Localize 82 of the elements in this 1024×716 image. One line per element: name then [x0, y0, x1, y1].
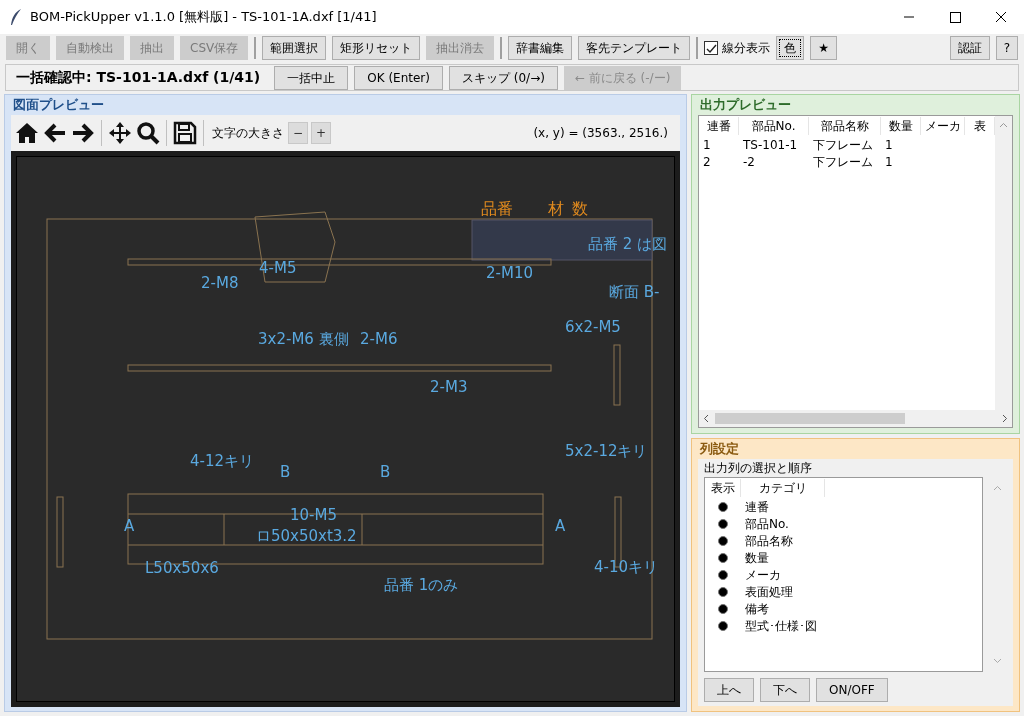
home-icon[interactable] — [15, 122, 39, 144]
table-cell-text: 下フレーム — [812, 136, 874, 154]
batch-status: 一括確認中: TS-101-1A.dxf (1/41) — [16, 68, 261, 88]
column-name[interactable]: 数量 — [741, 548, 769, 567]
column-order-button[interactable]: 下へ — [760, 678, 810, 702]
drawing-label: 4-M5 — [259, 261, 297, 276]
feather-icon — [10, 9, 22, 25]
drawing-label: ロ50x50xt3.2 — [256, 529, 357, 544]
column-header[interactable]: メーカ — [921, 117, 965, 135]
panel-title: 出力プレビュー — [699, 96, 792, 115]
panel-title: 列設定 — [699, 440, 740, 459]
search-icon[interactable] — [136, 121, 160, 145]
table-cell-text: -2 — [742, 153, 756, 171]
drawing-label: 品番 2 は図 — [588, 237, 668, 252]
column-header[interactable]: 数量 — [881, 117, 921, 135]
batch-button[interactable]: OK (Enter) — [354, 65, 443, 90]
drawing-label: 材 — [548, 201, 564, 217]
drawing-label: 数 — [572, 201, 588, 217]
drawing-label: 10-M5 — [290, 508, 337, 523]
save-icon[interactable] — [173, 121, 197, 145]
column-name[interactable]: 部品No. — [741, 514, 789, 533]
column-header[interactable]: 部品名称 — [809, 117, 881, 135]
group-title: 出力列の選択と順序 — [704, 460, 813, 477]
toolbar-button[interactable]: 辞書編集 — [508, 36, 573, 61]
column-header[interactable]: 部品No. — [739, 117, 809, 135]
drawing-label: L50x50x6 — [145, 561, 219, 576]
column-name[interactable]: 連番 — [741, 497, 769, 516]
batch-button[interactable]: 一括中止 — [274, 65, 349, 90]
toolbar-button[interactable]: ★ — [810, 36, 837, 61]
font-size-label: 文字の大きさ — [212, 125, 284, 142]
drawing-label: 品番 1のみ — [384, 578, 459, 593]
move-icon[interactable] — [108, 121, 132, 145]
table-cell-text: 下フレーム — [812, 153, 874, 171]
table-cell-text: 1 — [884, 153, 894, 171]
drawing-label: B — [380, 465, 391, 480]
toolbar-button[interactable]: 客先テンプレート — [578, 36, 691, 61]
coordinates-readout: (x, y) = (3563., 2516.) — [533, 125, 668, 142]
drawing-label: A — [124, 519, 135, 534]
toolbar-button[interactable]: 色 — [776, 36, 805, 61]
panel-title: 図面プレビュー — [12, 96, 105, 115]
drawing-label: 4-12キリ — [190, 454, 255, 469]
checkbox[interactable] — [704, 41, 719, 56]
scroll-thumb[interactable] — [715, 413, 905, 424]
table-cell-text: 2 — [702, 153, 712, 171]
batch-button[interactable]: スキップ (0/→) — [448, 65, 558, 90]
toolbar-button[interactable]: 矩形リセット — [332, 36, 421, 61]
drawing-label: 4-10キリ — [594, 560, 659, 575]
column-order-button[interactable]: ON/OFF — [816, 678, 888, 702]
column-header[interactable]: カテゴリ — [741, 479, 825, 497]
drawing-label: 2-M10 — [486, 266, 533, 281]
drawing-label: 断面 B- — [609, 285, 660, 300]
table-cell-text: 1 — [702, 136, 712, 154]
drawing-label: 2-M8 — [201, 276, 239, 291]
toolbar-button[interactable]: 範囲選択 — [262, 36, 327, 61]
drawing-label: 6x2-M5 — [565, 320, 621, 335]
font-size-button[interactable]: − — [288, 122, 308, 144]
drawing-label: 5x2-12キリ — [565, 444, 648, 459]
scrollbar[interactable] — [995, 116, 1012, 410]
horizontal-scrollbar[interactable] — [699, 410, 1012, 427]
column-name[interactable]: 型式･仕様･図 — [741, 616, 817, 635]
column-name[interactable]: 表面処理 — [741, 582, 793, 601]
right-arrow-icon[interactable] — [71, 122, 95, 144]
toolbar-button[interactable]: 認証 — [949, 36, 990, 61]
drawing-label: A — [555, 519, 566, 534]
column-header[interactable]: 表示 — [705, 479, 741, 497]
column-header[interactable]: 連番 — [699, 117, 739, 135]
column-order-button[interactable]: 上へ — [704, 678, 754, 702]
drawing-label: 品番 — [481, 201, 513, 217]
drawing-label: 2-M6 — [360, 332, 398, 347]
left-arrow-icon[interactable] — [43, 122, 67, 144]
drawing-label: 3x2-M6 裏側 — [258, 332, 349, 347]
column-name[interactable]: 部品名称 — [741, 531, 793, 550]
table-cell-text: 1 — [884, 136, 894, 154]
column-name[interactable]: メーカ — [741, 565, 781, 584]
drawing-label: B — [280, 465, 291, 480]
column-name[interactable]: 備考 — [741, 599, 769, 618]
toolbar-button[interactable]: ? — [995, 36, 1018, 61]
drawing-label: 2-M3 — [430, 380, 468, 395]
checkbox-label[interactable]: 線分表示 — [722, 39, 771, 58]
window-title: BOM-PickUpper v1.1.0 [無料版] - TS-101-1A.dxf [1/41] — [30, 8, 377, 27]
table-cell-text: TS-101-1 — [742, 136, 799, 154]
font-size-button[interactable]: + — [311, 122, 331, 144]
